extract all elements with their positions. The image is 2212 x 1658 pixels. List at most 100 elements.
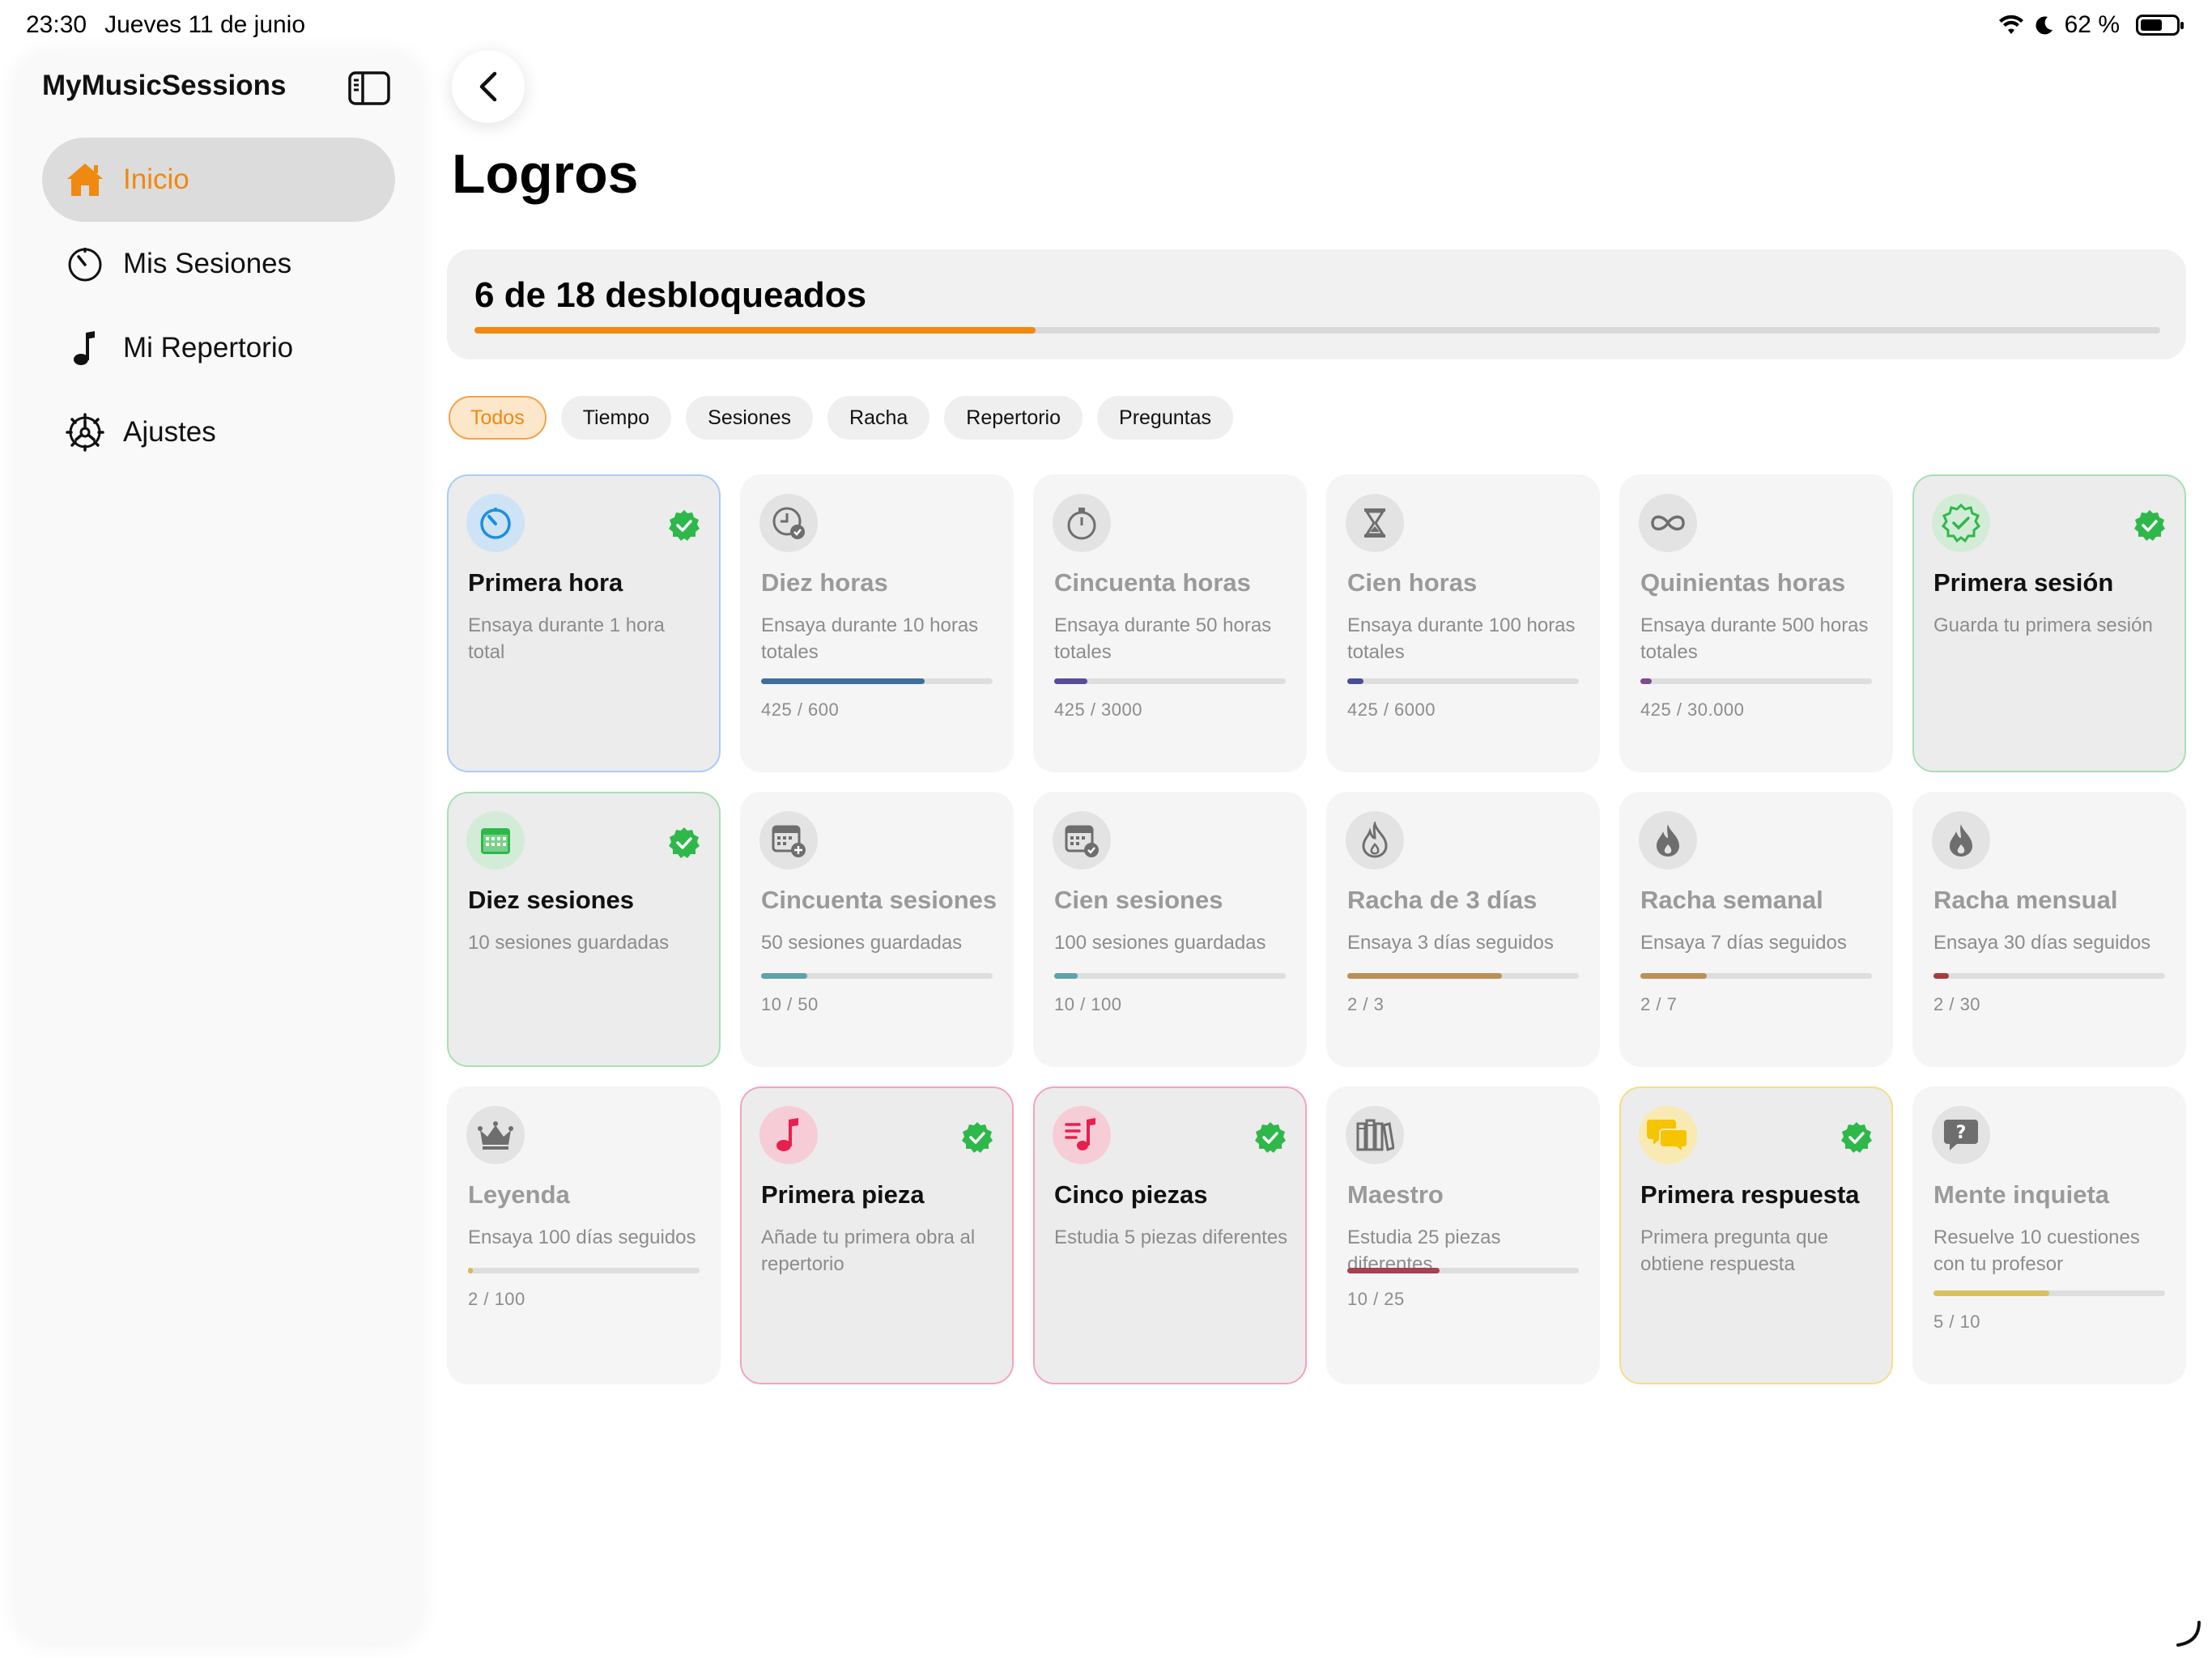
sidebar: MyMusicSessions Inicio Mis Sesiones Mi R… — [16, 52, 421, 1642]
progress-text: 6 de 18 desbloqueados — [474, 275, 867, 315]
sidebar-toggle-icon[interactable] — [348, 71, 390, 105]
filter-chip-preguntas[interactable]: Preguntas — [1097, 396, 1233, 440]
achievement-description: Ensaya 7 días seguidos — [1640, 932, 1847, 954]
achievement-title: Cincuenta sesiones — [761, 886, 998, 914]
achievements-grid: Primera hora Ensaya durante 1 hora total D… — [447, 474, 2186, 1384]
achievement-card-primera-hora[interactable]: Primera hora Ensaya durante 1 hora total — [447, 474, 721, 772]
calendar-check-icon — [1053, 811, 1111, 869]
achievement-card-leyenda[interactable]: Leyenda Ensaya 100 días seguidos 2 / 100 — [447, 1086, 721, 1384]
achievement-title: Maestro — [1347, 1180, 1444, 1209]
filter-chip-repertorio[interactable]: Repertorio — [944, 396, 1083, 440]
battery-icon — [2136, 15, 2184, 36]
corner-indicator-icon — [2176, 1621, 2201, 1647]
achievement-title: Cien horas — [1347, 568, 1478, 597]
status-date: Jueves 11 de junio — [104, 11, 306, 38]
achievement-progress-bar — [1933, 973, 2165, 979]
wifi-icon — [1998, 15, 2023, 34]
house-icon — [65, 159, 105, 200]
achievement-title: Primera pieza — [761, 1180, 925, 1209]
achievement-card-cinco-piezas[interactable]: Cinco piezas Estudia 5 piezas diferentes — [1033, 1086, 1307, 1384]
achievement-progress-bar — [1933, 1290, 2165, 1296]
chat-bubbles-icon — [1639, 1106, 1697, 1164]
achievement-progress-count: 10 / 25 — [1347, 1289, 1405, 1309]
achievement-card-primera-pieza[interactable]: Primera pieza Añade tu primera obra al re… — [740, 1086, 1014, 1384]
achievement-progress-count: 10 / 50 — [761, 994, 819, 1014]
achievement-title: Cien sesiones — [1054, 886, 1223, 914]
achievement-card-maestro[interactable]: Maestro Estudia 25 piezas diferentes 10 / … — [1326, 1086, 1600, 1384]
achievement-progress-bar — [761, 678, 993, 684]
sidebar-item-inicio[interactable]: Inicio — [42, 138, 395, 222]
achievement-progress-bar — [1347, 973, 1579, 979]
achievement-card-cien-sesiones[interactable]: Cien sesiones 100 sesiones guardadas 10 / … — [1033, 792, 1307, 1067]
achievement-progress-fill — [1054, 973, 1078, 979]
achievement-card-racha-de-3-dias[interactable]: Racha de 3 días Ensaya 3 días seguidos 2 /… — [1326, 792, 1600, 1067]
achievement-progress-fill — [1640, 678, 1653, 684]
battery-percent: 62 % — [2064, 11, 2120, 38]
achievement-title: Quinientas horas — [1640, 568, 1846, 597]
unlock-progress-card: 6 de 18 desbloqueados — [447, 249, 2186, 359]
moon-icon — [2035, 16, 2052, 35]
achievement-title: Racha semanal — [1640, 886, 1823, 914]
achievement-card-primera-sesion[interactable]: Primera sesión Guarda tu primera sesión — [1912, 474, 2186, 772]
achievement-progress-count: 10 / 100 — [1054, 994, 1122, 1014]
achievement-title: Mente inquieta — [1933, 1180, 2110, 1209]
achievement-card-cincuenta-sesiones[interactable]: Cincuenta sesiones 50 sesiones guardadas 1… — [740, 792, 1014, 1067]
calendar-icon — [466, 811, 525, 869]
achievement-card-racha-semanal[interactable]: Racha semanal Ensaya 7 días seguidos 2 / 7 — [1619, 792, 1893, 1067]
achievement-title: Racha mensual — [1933, 886, 2118, 914]
seal-check-icon — [1932, 494, 1990, 552]
achievement-card-cincuenta-horas[interactable]: Cincuenta horas Ensaya durante 50 horas t… — [1033, 474, 1307, 772]
sidebar-item-ajustes[interactable]: Ajustes — [42, 390, 395, 474]
filter-chip-todos[interactable]: Todos — [449, 396, 547, 440]
achievement-progress-fill — [468, 1268, 473, 1273]
filter-chip-racha[interactable]: Racha — [827, 396, 930, 440]
sidebar-item-label: Inicio — [123, 164, 189, 195]
achievement-progress-fill — [1347, 678, 1364, 684]
back-button[interactable] — [452, 50, 525, 123]
achievement-title: Primera sesión — [1933, 568, 2114, 597]
achievement-progress-fill — [1933, 973, 1950, 979]
achievement-description: Ensaya durante 1 hora total — [468, 614, 665, 663]
filter-chip-sesiones[interactable]: Sesiones — [686, 396, 814, 440]
sidebar-item-mis-sesiones[interactable]: Mis Sesiones — [42, 222, 395, 306]
flame-icon — [1639, 811, 1697, 869]
achievement-card-diez-sesiones[interactable]: Diez sesiones 10 sesiones guardadas — [447, 792, 721, 1067]
achievement-card-primera-respuesta[interactable]: Primera respuesta Primera pregunta que ob… — [1619, 1086, 1893, 1384]
achievement-progress-count: 425 / 30.000 — [1640, 699, 1745, 720]
gear-icon — [65, 412, 105, 453]
achievement-title: Primera hora — [468, 568, 623, 597]
achievement-description: Ensaya durante 10 horas totales — [761, 614, 979, 663]
sidebar-item-mi-repertorio[interactable]: Mi Repertorio — [42, 306, 395, 390]
achievement-progress-fill — [1054, 678, 1087, 684]
achievement-description: 50 sesiones guardadas — [761, 932, 963, 954]
achievement-description: Estudia 5 piezas diferentes — [1054, 1226, 1288, 1248]
calendar-plus-icon — [759, 811, 818, 869]
achievement-card-racha-mensual[interactable]: Racha mensual Ensaya 30 días seguidos 2 / … — [1912, 792, 2186, 1067]
unlocked-check-icon — [667, 508, 701, 542]
achievement-description: Primera pregunta que obtiene respuesta — [1640, 1226, 1829, 1275]
status-bar: 23:30 Jueves 11 de junio 62 % — [0, 0, 2212, 52]
achievement-card-cien-horas[interactable]: Cien horas Ensaya durante 100 horas total… — [1326, 474, 1600, 772]
achievement-progress-bar — [1347, 1268, 1579, 1273]
achievement-title: Leyenda — [468, 1180, 570, 1209]
achievement-card-quinientas-horas[interactable]: Quinientas horas Ensaya durante 500 horas… — [1619, 474, 1893, 772]
progress-bar-fill — [474, 327, 1036, 334]
filter-chips: Todos Tiempo Sesiones Racha Repertorio P… — [449, 396, 1233, 440]
achievement-progress-count: 2 / 100 — [468, 1289, 525, 1309]
achievement-card-diez-horas[interactable]: Diez horas Ensaya durante 10 horas totale… — [740, 474, 1014, 772]
sidebar-nav: Inicio Mis Sesiones Mi Repertorio Ajuste… — [42, 138, 395, 474]
achievement-progress-fill — [1347, 973, 1502, 979]
filter-chip-tiempo[interactable]: Tiempo — [560, 396, 672, 440]
achievement-description: Ensaya durante 100 horas totales — [1347, 614, 1576, 663]
achievement-card-mente-inquieta[interactable]: ? Mente inquieta Resuelve 10 cuestiones co… — [1912, 1086, 2186, 1384]
achievement-description: Ensaya 100 días seguidos — [468, 1226, 696, 1248]
sidebar-item-label: Ajustes — [123, 416, 216, 448]
achievement-progress-bar — [1640, 678, 1872, 684]
achievement-description: Ensaya durante 50 horas totales — [1054, 614, 1272, 663]
books-icon — [1346, 1106, 1404, 1164]
hourglass-icon — [1346, 494, 1404, 552]
achievement-progress-bar — [1054, 678, 1286, 684]
achievement-progress-bar — [468, 1268, 700, 1273]
unlocked-check-icon — [1840, 1120, 1874, 1154]
infinity-icon — [1639, 494, 1697, 552]
